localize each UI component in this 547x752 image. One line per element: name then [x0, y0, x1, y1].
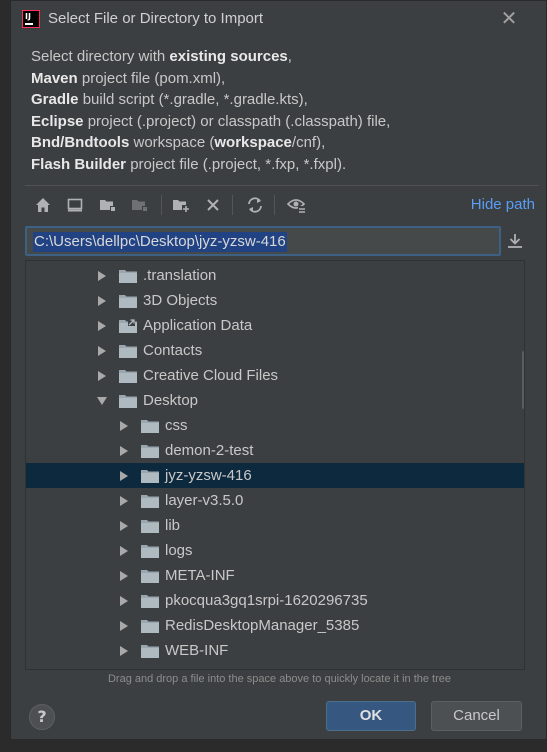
- expand-arrow-icon[interactable]: [98, 346, 106, 356]
- tree-item-label: demon-2-test: [165, 442, 254, 459]
- expand-arrow-icon[interactable]: [120, 471, 128, 481]
- folder-icon: [141, 570, 159, 583]
- path-input[interactable]: C:\Users\dellpc\Desktop\jyz-yzsw-416: [25, 226, 501, 256]
- tree-item-label: WEB-INF: [165, 642, 229, 659]
- toolbar-separator: [161, 195, 162, 215]
- tree-item[interactable]: pkocqua3gq1srpi-1620296735: [26, 588, 524, 613]
- tree-item-label: Desktop: [143, 392, 199, 409]
- expand-arrow-icon[interactable]: [120, 646, 128, 656]
- hide-path-link[interactable]: Hide path: [471, 196, 535, 213]
- collapse-arrow-icon[interactable]: [97, 397, 107, 405]
- folder-icon: [119, 370, 137, 383]
- folder-link-icon: [119, 319, 137, 333]
- new-folder-icon[interactable]: [170, 194, 192, 216]
- folder-icon: [119, 295, 137, 308]
- tree-item-label: css: [165, 417, 188, 434]
- folder-icon: [141, 620, 159, 633]
- tree-item[interactable]: logs: [26, 538, 524, 563]
- expand-arrow-icon[interactable]: [120, 596, 128, 606]
- cancel-button[interactable]: Cancel: [431, 701, 522, 731]
- toolbar-separator: [274, 195, 275, 215]
- tree-item[interactable]: .translation: [26, 263, 524, 288]
- tree-item-label: lib: [165, 517, 181, 534]
- expand-arrow-icon[interactable]: [120, 521, 128, 531]
- help-button[interactable]: ?: [29, 704, 55, 730]
- expand-arrow-icon[interactable]: [120, 621, 128, 631]
- tree-item-label: 3D Objects: [143, 292, 218, 309]
- file-chooser-toolbar: Hide path: [25, 187, 539, 221]
- tree-item[interactable]: WEB-INF: [26, 638, 524, 663]
- tree-item-label: RedisDesktopManager_5385: [165, 617, 360, 634]
- file-tree[interactable]: .translation 3D Objects Application Data Co…: [25, 260, 525, 670]
- description-text: Select directory with existing sources, …: [31, 48, 391, 173]
- tree-item-label: Contacts: [143, 342, 203, 359]
- folder-icon: [119, 395, 137, 408]
- ok-button[interactable]: OK: [326, 701, 416, 731]
- home-icon[interactable]: [32, 194, 54, 216]
- folder-icon: [141, 420, 159, 433]
- expand-arrow-icon[interactable]: [98, 296, 106, 306]
- expand-arrow-icon[interactable]: [120, 546, 128, 556]
- tree-item[interactable]: Application Data: [26, 313, 524, 338]
- expand-arrow-icon[interactable]: [98, 271, 106, 281]
- expand-arrow-icon[interactable]: [98, 371, 106, 381]
- path-value: C:\Users\dellpc\Desktop\jyz-yzsw-416: [33, 232, 287, 252]
- expand-arrow-icon[interactable]: [120, 571, 128, 581]
- tree-item[interactable]: lib: [26, 513, 524, 538]
- tree-item-label: Application Data: [143, 317, 253, 334]
- dialog-title: Select File or Directory to Import: [48, 10, 264, 27]
- tree-item-label: jyz-yzsw-416: [165, 467, 252, 484]
- tree-item[interactable]: css: [26, 413, 524, 438]
- tree-item-label: logs: [165, 542, 193, 559]
- tree-item[interactable]: META-INF: [26, 563, 524, 588]
- intellij-logo-icon: IJ: [22, 10, 40, 28]
- tree-item-label: layer-v3.5.0: [165, 492, 244, 509]
- tree-item[interactable]: jyz-yzsw-416: [26, 463, 524, 488]
- tree-item-label: META-INF: [165, 567, 235, 584]
- title-bar: IJ Select File or Directory to Import ✕: [11, 1, 546, 39]
- tree-item[interactable]: demon-2-test: [26, 438, 524, 463]
- background-editor-bottom: [0, 740, 547, 752]
- tree-item-label: pkocqua3gq1srpi-1620296735: [165, 592, 368, 609]
- folder-icon: [141, 470, 159, 483]
- tree-item[interactable]: 3D Objects: [26, 288, 524, 313]
- divider: [25, 185, 539, 186]
- close-button[interactable]: ✕: [498, 7, 520, 29]
- tree-item-label: .translation: [143, 267, 217, 284]
- import-dialog: IJ Select File or Directory to Import ✕ …: [10, 0, 547, 740]
- tree-item[interactable]: Creative Cloud Files: [26, 363, 524, 388]
- project-folder-icon[interactable]: [97, 194, 119, 216]
- folder-icon: [141, 645, 159, 658]
- folder-icon: [119, 270, 137, 283]
- drag-drop-hint: Drag and drop a file into the space abov…: [107, 673, 452, 685]
- tree-item[interactable]: RedisDesktopManager_5385: [26, 613, 524, 638]
- delete-icon[interactable]: [202, 194, 224, 216]
- desktop-icon[interactable]: [64, 194, 86, 216]
- expand-arrow-icon[interactable]: [120, 421, 128, 431]
- module-folder-icon[interactable]: [129, 194, 151, 216]
- tree-item-label: Creative Cloud Files: [143, 367, 279, 384]
- folder-icon: [141, 495, 159, 508]
- tree-scrollbar[interactable]: [522, 351, 524, 409]
- tree-item[interactable]: Contacts: [26, 338, 524, 363]
- folder-icon: [141, 595, 159, 608]
- toolbar-separator: [232, 195, 233, 215]
- tree-item[interactable]: layer-v3.5.0: [26, 488, 524, 513]
- folder-icon: [119, 345, 137, 358]
- expand-arrow-icon[interactable]: [120, 496, 128, 506]
- expand-arrow-icon[interactable]: [120, 446, 128, 456]
- download-icon[interactable]: [505, 231, 525, 251]
- show-hidden-icon[interactable]: [286, 194, 308, 216]
- expand-arrow-icon[interactable]: [98, 321, 106, 331]
- folder-icon: [141, 445, 159, 458]
- folder-icon: [141, 520, 159, 533]
- tree-item[interactable]: Desktop: [26, 388, 524, 413]
- folder-icon: [141, 545, 159, 558]
- refresh-icon[interactable]: [244, 194, 266, 216]
